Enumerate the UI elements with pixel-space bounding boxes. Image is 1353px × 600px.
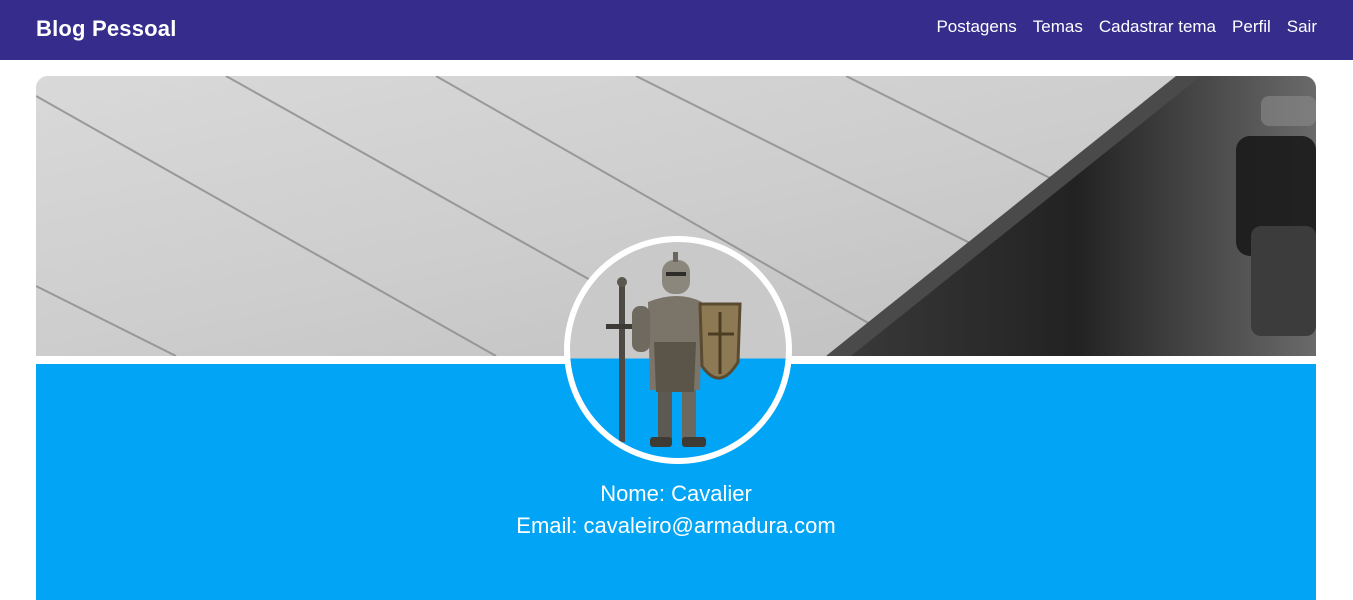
nav-menu: Postagens Temas Cadastrar tema Perfil Sa… — [936, 17, 1317, 37]
profile-avatar — [564, 236, 792, 464]
brand-title[interactable]: Blog Pessoal — [36, 16, 177, 42]
profile-name: Nome: Cavalier — [600, 481, 752, 506]
nav-link-postagens[interactable]: Postagens — [936, 17, 1016, 37]
navbar: Blog Pessoal Postagens Temas Cadastrar t… — [0, 0, 1353, 60]
nav-link-temas[interactable]: Temas — [1033, 17, 1083, 37]
nav-link-sair[interactable]: Sair — [1287, 17, 1317, 37]
knight-icon — [606, 252, 742, 447]
profile-email: Email: cavaleiro@armadura.com — [516, 513, 836, 538]
nav-link-perfil[interactable]: Perfil — [1232, 17, 1271, 37]
nav-link-cadastrar-tema[interactable]: Cadastrar tema — [1099, 17, 1216, 37]
profile-details: Nome: Cavalier Email: cavaleiro@armadura… — [36, 478, 1316, 542]
